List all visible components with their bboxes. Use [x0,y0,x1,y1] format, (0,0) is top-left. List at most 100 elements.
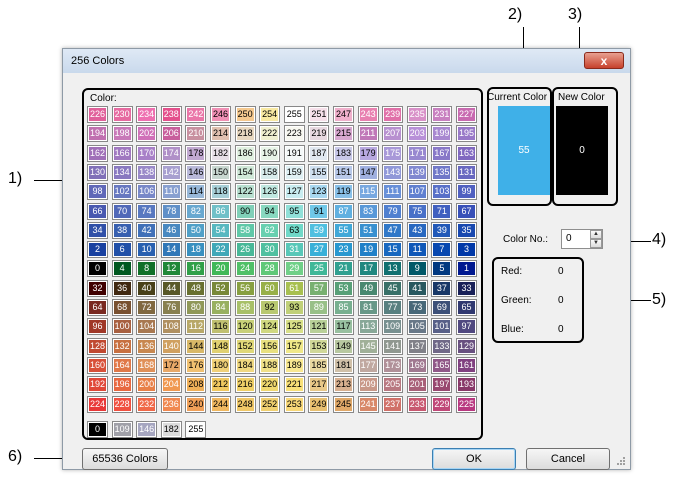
palette-cell[interactable]: 241 [357,395,379,413]
palette-cell[interactable]: 63 [283,221,305,239]
palette-cell[interactable]: 120 [234,318,256,336]
palette-cell[interactable]: 53 [333,279,354,297]
palette-cell[interactable]: 233 [406,395,428,413]
palette-cell[interactable]: 102 [111,183,133,201]
palette-cell[interactable]: 152 [234,337,256,355]
palette-cell[interactable]: 13 [382,260,404,278]
palette-cell[interactable]: 172 [160,356,182,374]
palette-cell[interactable]: 201 [406,376,428,394]
palette-cell[interactable]: 155 [308,163,330,181]
palette-cell[interactable]: 159 [283,163,305,181]
palette-cell[interactable]: 47 [382,221,404,239]
special-color-cell[interactable]: 146 [136,421,158,438]
palette-cell[interactable]: 134 [111,163,133,181]
palette-cell[interactable]: 124 [259,318,281,336]
palette-cell[interactable]: 57 [308,279,330,297]
palette-cell[interactable]: 41 [406,279,428,297]
palette-cell[interactable]: 154 [234,163,256,181]
palette-cell[interactable]: 212 [210,376,231,394]
palette-cell[interactable]: 115 [357,183,379,201]
palette-cell[interactable]: 101 [431,318,453,336]
palette-cell[interactable]: 188 [259,356,281,374]
palette-cell[interactable]: 230 [111,106,133,123]
65536-colors-button[interactable]: 65536 Colors [82,448,168,470]
palette-cell[interactable]: 204 [160,376,182,394]
palette-cell[interactable]: 121 [308,318,330,336]
palette-cell[interactable]: 250 [234,106,256,123]
palette-cell[interactable]: 82 [185,202,207,220]
palette-cell[interactable]: 61 [283,279,305,297]
palette-cell[interactable]: 48 [185,279,207,297]
palette-cell[interactable]: 100 [111,318,133,336]
palette-cell[interactable]: 26 [234,241,256,259]
palette-cell[interactable]: 175 [382,144,404,162]
palette-cell[interactable]: 215 [333,125,354,143]
palette-cell[interactable]: 153 [308,337,330,355]
palette-cell[interactable]: 234 [136,106,158,123]
palette-cell[interactable]: 164 [111,356,133,374]
palette-cell[interactable]: 182 [210,144,231,162]
palette-cell[interactable]: 113 [357,318,379,336]
palette-cell[interactable]: 71 [431,202,453,220]
palette-cell[interactable]: 178 [185,144,207,162]
palette-cell[interactable]: 111 [382,183,404,201]
palette-cell[interactable]: 77 [382,299,404,316]
palette-cell[interactable]: 6 [111,241,133,259]
special-color-cell[interactable]: 109 [111,421,133,438]
palette-cell[interactable]: 151 [333,163,354,181]
palette-cell[interactable]: 162 [87,144,108,162]
palette-cell[interactable]: 156 [259,337,281,355]
palette-cell[interactable]: 35 [456,221,477,239]
palette-cell[interactable]: 140 [160,337,182,355]
palette-cell[interactable]: 78 [160,202,182,220]
palette-cell[interactable]: 252 [259,395,281,413]
palette-cell[interactable]: 165 [431,356,453,374]
palette-cell[interactable]: 132 [111,337,133,355]
palette-cell[interactable]: 176 [185,356,207,374]
palette-cell[interactable]: 45 [382,279,404,297]
palette-cell[interactable]: 59 [308,221,330,239]
palette-cell[interactable]: 166 [111,144,133,162]
palette-cell[interactable]: 105 [406,318,428,336]
palette-cell[interactable]: 248 [234,395,256,413]
palette-cell[interactable]: 192 [87,376,108,394]
palette-cell[interactable]: 74 [136,202,158,220]
palette-cell[interactable]: 189 [283,356,305,374]
palette-cell[interactable]: 169 [406,356,428,374]
palette-cell[interactable]: 112 [185,318,207,336]
palette-cell[interactable]: 86 [210,202,231,220]
palette-cell[interactable]: 220 [259,376,281,394]
palette-cell[interactable]: 49 [357,279,379,297]
palette-cell[interactable]: 196 [111,376,133,394]
palette-cell[interactable]: 191 [283,144,305,162]
palette-cell[interactable]: 31 [283,241,305,259]
palette-cell[interactable]: 180 [210,356,231,374]
palette-cell[interactable]: 60 [259,279,281,297]
color-no-down-button[interactable]: ▼ [590,239,602,248]
palette-cell[interactable]: 199 [431,125,453,143]
palette-cell[interactable]: 181 [333,356,354,374]
palette-cell[interactable]: 117 [333,318,354,336]
palette-cell[interactable]: 70 [111,202,133,220]
special-color-cell[interactable]: 255 [185,421,207,438]
palette-cell[interactable]: 237 [382,395,404,413]
palette-cell[interactable]: 240 [185,395,207,413]
palette-cell[interactable]: 174 [160,144,182,162]
palette-cell[interactable]: 218 [234,125,256,143]
palette-cell[interactable]: 138 [136,163,158,181]
palette-cell[interactable]: 149 [333,337,354,355]
palette-cell[interactable]: 92 [259,299,281,316]
palette-cell[interactable]: 225 [456,395,477,413]
palette-cell[interactable]: 148 [210,337,231,355]
palette-cell[interactable]: 184 [234,356,256,374]
palette-cell[interactable]: 119 [333,183,354,201]
palette-cell[interactable]: 229 [431,395,453,413]
palette-cell[interactable]: 25 [308,260,330,278]
palette-cell[interactable]: 83 [357,202,379,220]
palette-cell[interactable]: 52 [210,279,231,297]
palette-cell[interactable]: 20 [210,260,231,278]
palette-cell[interactable]: 197 [431,376,453,394]
palette-cell[interactable]: 203 [406,125,428,143]
palette-cell[interactable]: 89 [308,299,330,316]
palette-cell[interactable]: 167 [431,144,453,162]
